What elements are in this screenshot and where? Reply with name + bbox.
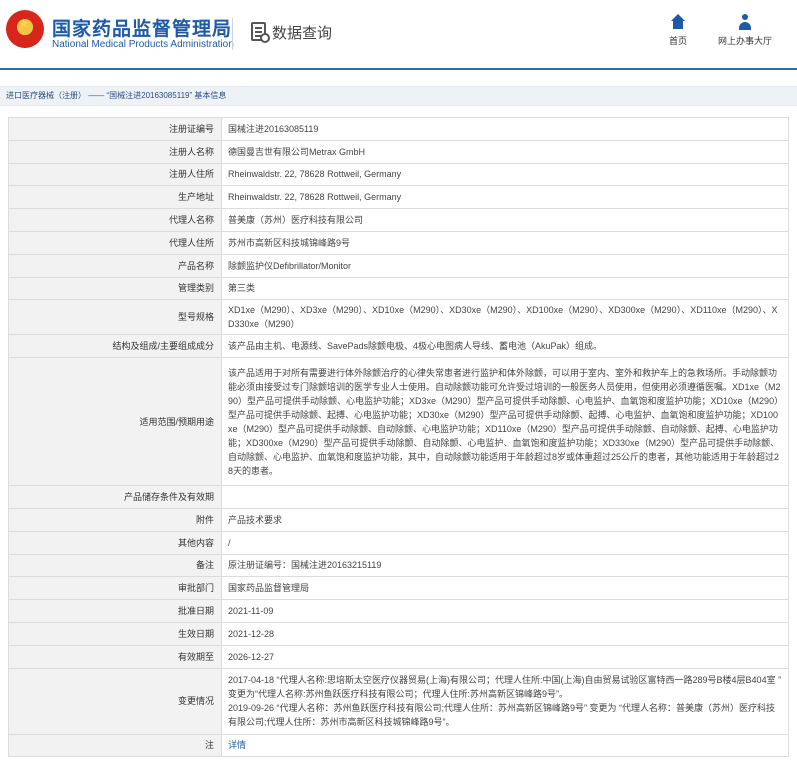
document-search-icon [251,22,270,43]
row-value: 该产品由主机、电源线、SavePads除颤电极、4极心电图病人导线、蓄电池（Ak… [221,334,789,359]
row-label: 结构及组成/主要组成成分 [8,334,222,359]
detail-table: 注册证编号 国械注进20163085119 注册人名称 德国曼吉世有限公司Met… [8,117,789,758]
row-label: 注 [8,733,222,758]
nav-home[interactable]: 首页 [660,14,696,47]
row-label: 注册人名称 [8,139,222,164]
row-value: 详情 [221,733,789,758]
table-row: 结构及组成/主要组成成分 该产品由主机、电源线、SavePads除颤电极、4极心… [8,334,789,359]
row-value: 国械注进20163085119 [221,117,789,141]
query-title: 数据查询 [272,24,333,42]
table-row: 注册人名称 德国曼吉世有限公司Metrax GmbH [8,139,789,164]
row-label: 其他内容 [8,530,222,555]
row-value: 第三类 [221,276,789,301]
site-header: 国家药品监督管理局 National Medical Products Admi… [0,0,797,68]
table-row: 其他内容 / [8,530,789,555]
row-label: 生效日期 [8,621,222,646]
table-row: 注册人住所 Rheinwaldstr. 22, 78628 Rottweil, … [8,162,789,187]
agency-name-en: National Medical Products Administration [52,39,234,50]
table-row: 生产地址 Rheinwaldstr. 22, 78628 Rottweil, G… [8,185,789,210]
table-row: 代理人住所 苏州市高新区科技城锦峰路9号 [8,230,789,255]
row-label: 产品储存条件及有效期 [8,485,222,509]
row-value: 2017-04-18 “代理人名称:思培斯太空医疗仪器贸易(上海)有限公司；代理… [221,667,789,735]
breadcrumb-separator: —— [86,91,107,100]
breadcrumb-category-link[interactable]: 进口医疗器械（注册） [6,91,86,100]
row-label: 附件 [8,507,222,532]
row-label: 产品名称 [8,253,222,278]
table-row: 适用范围/预期用途 该产品适用于对所有需要进行体外除颤治疗的心律失常患者进行监护… [8,357,789,487]
table-row: 审批部门 国家药品监督管理局 [8,576,789,601]
row-value: 原注册证编号：国械注进20163215119 [221,553,789,578]
breadcrumb-suffix: 基本信息 [192,91,227,100]
row-value: 国家药品监督管理局 [221,576,789,601]
table-row: 备注 原注册证编号：国械注进20163215119 [8,553,789,578]
row-label: 变更情况 [8,667,222,735]
row-label: 代理人名称 [8,208,222,232]
row-value: Rheinwaldstr. 22, 78628 Rottweil, German… [221,162,789,187]
national-emblem-logo [6,10,44,48]
table-row: 管理类别 第三类 [8,276,789,301]
row-label: 管理类别 [8,276,222,301]
table-row: 变更情况 2017-04-18 “代理人名称:思培斯太空医疗仪器贸易(上海)有限… [8,667,789,735]
row-label: 审批部门 [8,576,222,601]
row-value: 2021-11-09 [221,599,789,623]
row-label: 有效期至 [8,644,222,669]
row-value [221,485,789,509]
breadcrumb: 进口医疗器械（注册） —— “国械注进20163085119” 基本信息 [0,86,797,106]
table-row: 代理人名称 普美康（苏州）医疗科技有限公司 [8,208,789,232]
row-label: 注册证编号 [8,117,222,141]
nav-online-office-label: 网上办事大厅 [717,36,772,46]
row-value: 该产品适用于对所有需要进行体外除颤治疗的心律失常患者进行监护和体外除颤，可以用于… [221,357,789,487]
agency-name-cn: 国家药品监督管理局 [52,18,233,40]
row-label: 型号规格 [8,299,222,336]
row-value: 2026-12-27 [221,644,789,669]
row-label: 备注 [8,553,222,578]
table-row: 有效期至 2026-12-27 [8,644,789,669]
row-label: 生产地址 [8,185,222,210]
nav-online-office[interactable]: 网上办事大厅 [712,14,778,47]
row-value: XD1xe（M290）、XD3xe（M290）、XD10xe（M290）、XD3… [221,299,789,336]
table-row: 生效日期 2021-12-28 [8,621,789,646]
row-value: Rheinwaldstr. 22, 78628 Rottweil, German… [221,185,789,210]
row-value: 2021-12-28 [221,621,789,646]
details-link[interactable]: 详情 [228,740,246,750]
person-icon [737,14,753,30]
header-divider [232,18,233,50]
table-row: 产品名称 除颤监护仪Defibrillator/Monitor [8,253,789,278]
row-value: / [221,530,789,555]
home-icon [670,14,686,30]
header-divider-line [0,68,797,70]
table-row: 产品储存条件及有效期 [8,485,789,509]
row-label: 适用范围/预期用途 [8,357,222,487]
breadcrumb-record: “国械注进20163085119” [106,91,193,100]
table-row: 附件 产品技术要求 [8,507,789,532]
nav-home-label: 首页 [668,36,687,46]
row-value: 普美康（苏州）医疗科技有限公司 [221,208,789,232]
row-value: 除颤监护仪Defibrillator/Monitor [221,253,789,278]
row-value: 德国曼吉世有限公司Metrax GmbH [221,139,789,164]
row-label: 批准日期 [8,599,222,623]
row-label: 注册人住所 [8,162,222,187]
table-row: 注 详情 [8,733,789,758]
table-row: 批准日期 2021-11-09 [8,599,789,623]
row-value: 苏州市高新区科技城锦峰路9号 [221,230,789,255]
row-label: 代理人住所 [8,230,222,255]
table-row: 型号规格 XD1xe（M290）、XD3xe（M290）、XD10xe（M290… [8,299,789,336]
table-row: 注册证编号 国械注进20163085119 [8,117,789,141]
row-value: 产品技术要求 [221,507,789,532]
